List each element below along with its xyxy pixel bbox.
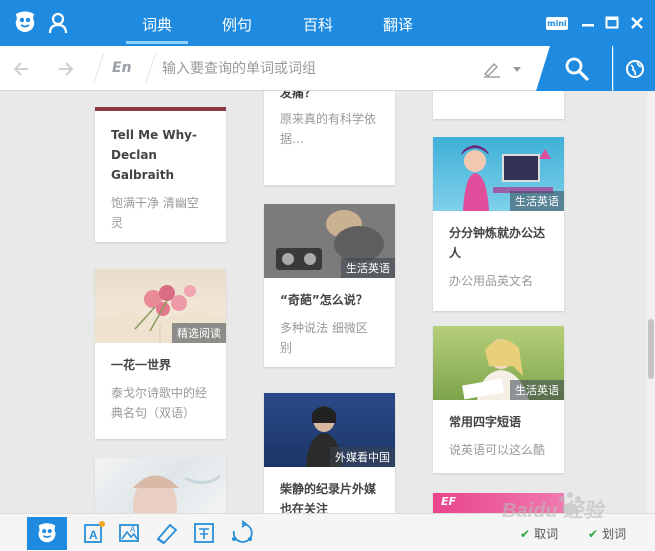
watermark-text: Baidu 经验 xyxy=(502,499,606,522)
mini-mode-button[interactable]: mini xyxy=(546,17,568,30)
category-tag: 生活英语 xyxy=(510,191,564,211)
wordbook-icon[interactable] xyxy=(153,519,181,547)
content-card[interactable]: 生活英语 分分钟炼就办公达人 办公用品英文名 xyxy=(433,137,564,311)
tab-translate[interactable]: 翻译 xyxy=(383,14,413,35)
content-card[interactable] xyxy=(433,91,564,119)
capture-word-toggle[interactable]: ✔ 取词 xyxy=(520,525,558,542)
scrollbar-thumb[interactable] xyxy=(648,319,654,379)
maximize-icon[interactable] xyxy=(602,12,622,34)
card-description: 说英语可以这么酷 xyxy=(449,443,546,457)
card-title: 分分钟炼就办公达人 xyxy=(449,226,546,260)
card-description: 多种说法 细微区别 xyxy=(280,321,368,355)
tab-encyclopedia[interactable]: 百科 xyxy=(303,14,333,35)
card-title: 柴静的纪录片外媒也在关注 xyxy=(280,482,377,513)
word-card-icon[interactable]: A xyxy=(80,519,108,547)
check-icon: ✔ xyxy=(520,527,531,541)
content-card[interactable]: Tell Me Why-Declan Galbraith 饱满干净 清幽空灵 xyxy=(95,107,226,242)
translate-icon[interactable] xyxy=(190,519,218,547)
card-title: Tell Me Why-Declan Galbraith xyxy=(111,128,197,182)
language-selector[interactable]: En xyxy=(112,60,132,76)
card-image: 外媒看中国 xyxy=(264,393,395,467)
svg-text:A: A xyxy=(130,525,136,534)
card-description: 饱满干净 清幽空灵 xyxy=(111,196,199,230)
search-icon xyxy=(565,57,589,81)
content-card[interactable]: 精选阅读 一花一世界 泰戈尔诗歌中的经典名句（双语） xyxy=(95,269,226,439)
category-tag: 精选阅读 xyxy=(172,323,226,343)
forward-arrow-icon[interactable] xyxy=(55,59,75,79)
select-word-toggle[interactable]: ✔ 划词 xyxy=(588,525,626,542)
youdao-logo-icon[interactable] xyxy=(12,9,38,35)
category-tag: 外媒看中国 xyxy=(330,447,395,467)
title-bar: 词典 例句 百科 翻译 mini xyxy=(0,0,655,46)
close-icon[interactable] xyxy=(627,12,647,34)
category-tag: 生活英语 xyxy=(341,258,395,278)
handwriting-icon[interactable] xyxy=(482,59,502,79)
content-card[interactable]: 生活英语 常用四字短语 说英语可以这么酷 xyxy=(433,326,564,473)
content-card[interactable]: 生活英语 “奇葩”怎么说？ 多种说法 细微区别 xyxy=(264,204,395,367)
chevron-down-icon[interactable] xyxy=(513,67,521,72)
daily-content-feed: Tell Me Why-Declan Galbraith 饱满干净 清幽空灵 精… xyxy=(0,91,655,513)
card-description: 原来真的有科学依据… xyxy=(280,112,377,146)
category-tag: 生活英语 xyxy=(510,380,564,400)
scrollbar[interactable] xyxy=(647,91,655,513)
card-image: 生活英语 xyxy=(433,137,564,211)
user-icon[interactable] xyxy=(48,12,68,34)
svg-text:A: A xyxy=(89,528,98,542)
baidu-jingyan-watermark: Baidu 经验 xyxy=(502,492,606,522)
tab-dictionary[interactable]: 词典 xyxy=(125,14,189,44)
web-search-button[interactable] xyxy=(613,46,655,91)
search-input[interactable] xyxy=(162,56,472,82)
search-bar: En xyxy=(0,46,655,91)
content-card[interactable] xyxy=(95,458,226,513)
card-image xyxy=(95,458,226,513)
option-label: 划词 xyxy=(602,527,627,541)
globe-icon xyxy=(626,60,644,78)
card-image: 生活英语 xyxy=(433,326,564,400)
card-description: 泰戈尔诗歌中的经典名句（双语） xyxy=(111,386,208,420)
image-translate-icon[interactable]: A xyxy=(115,519,143,547)
content-card[interactable]: 外媒看中国 柴静的纪录片外媒也在关注 xyxy=(264,393,395,513)
sync-icon[interactable] xyxy=(228,519,256,547)
check-icon: ✔ xyxy=(588,527,599,541)
divider xyxy=(93,54,104,84)
back-arrow-icon[interactable] xyxy=(12,59,32,79)
card-image: 精选阅读 xyxy=(95,269,226,343)
content-card[interactable]: 发痛？ 原来真的有科学依据… xyxy=(264,91,395,185)
minimize-icon[interactable] xyxy=(578,12,598,34)
search-button[interactable] xyxy=(536,46,612,91)
youdao-home-icon xyxy=(38,523,56,543)
tab-example-sentences[interactable]: 例句 xyxy=(222,14,252,35)
brand-label: EF xyxy=(441,495,457,508)
option-label: 取词 xyxy=(534,527,559,541)
home-button[interactable] xyxy=(27,517,67,550)
card-title: 常用四字短语 xyxy=(449,415,522,429)
card-description: 办公用品英文名 xyxy=(449,274,534,288)
card-title: 一花一世界 xyxy=(111,358,172,372)
card-title: 发痛？ xyxy=(280,91,317,100)
divider xyxy=(145,54,156,84)
card-title: “奇葩”怎么说？ xyxy=(280,293,368,307)
card-image: 生活英语 xyxy=(264,204,395,278)
